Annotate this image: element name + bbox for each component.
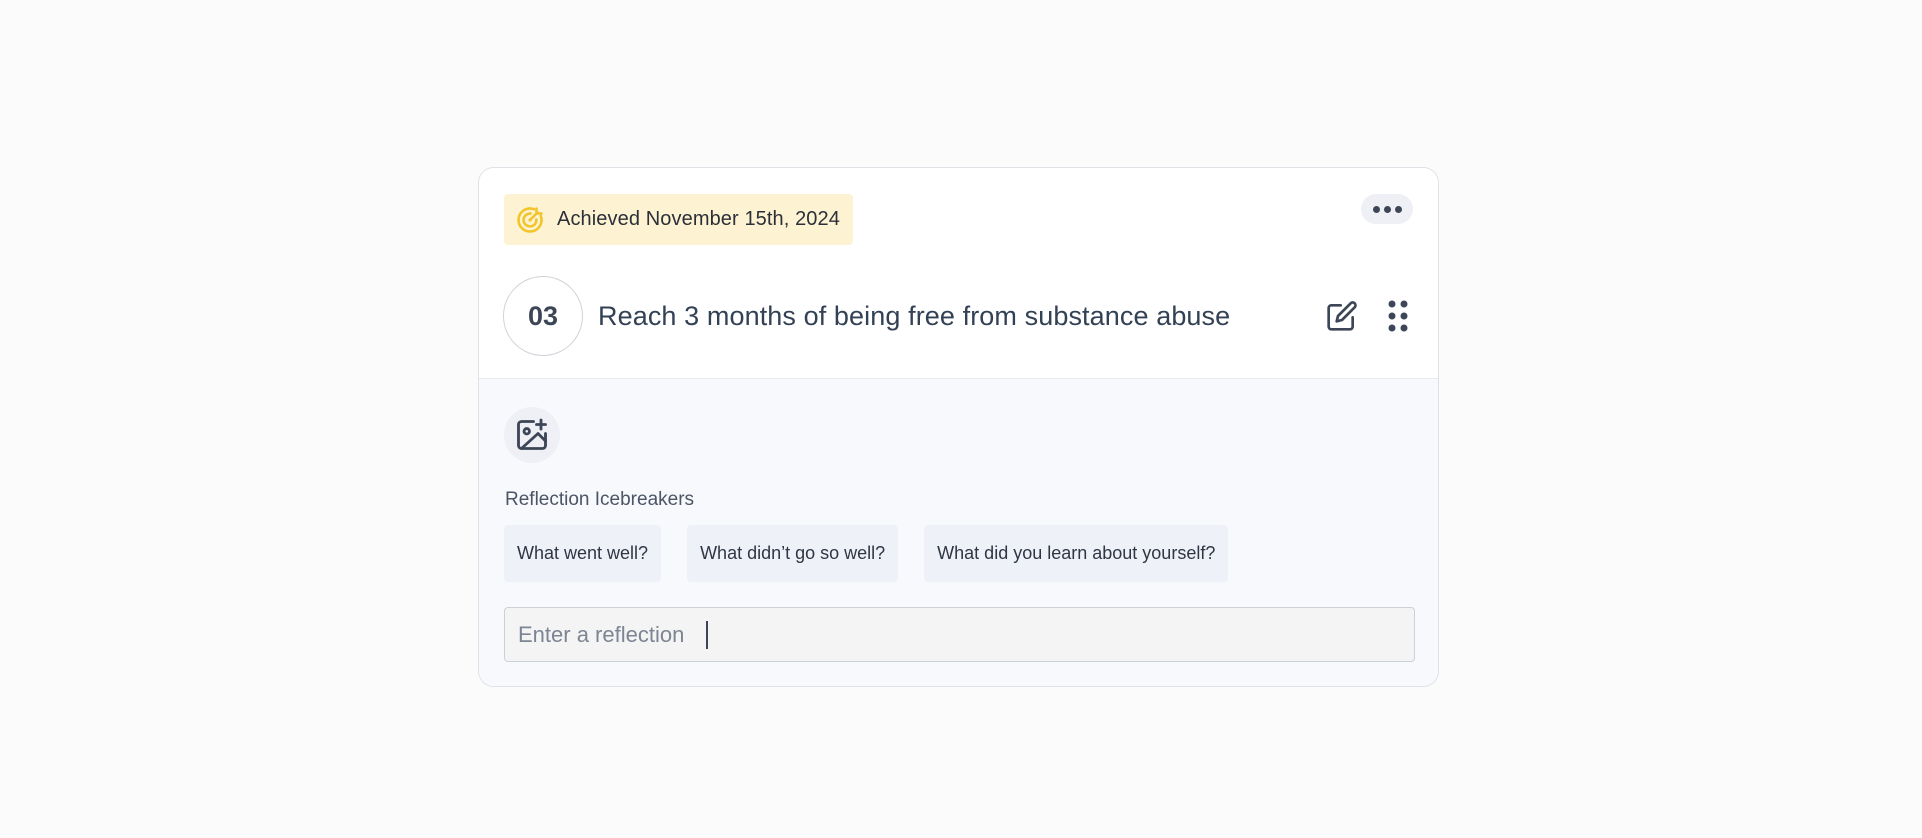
add-image-button[interactable]	[504, 407, 560, 463]
goal-title: Reach 3 months of being free from substa…	[598, 300, 1231, 331]
image-plus-icon	[514, 417, 550, 453]
icebreaker-chip[interactable]: What didn’t go so well?	[687, 525, 899, 582]
icebreakers-label: Reflection Icebreakers	[505, 489, 695, 510]
icebreaker-chips: What went well? What didn’t go so well? …	[504, 525, 1229, 582]
goal-row: 03 Reach 3 months of being free from sub…	[503, 276, 1414, 356]
reflection-section: Reflection Icebreakers What went well? W…	[479, 379, 1438, 686]
icebreaker-chip[interactable]: What did you learn about yourself?	[924, 525, 1229, 582]
edit-icon[interactable]	[1326, 300, 1358, 332]
target-icon	[515, 205, 545, 235]
goal-number-badge: 03	[503, 276, 583, 356]
icebreaker-chip[interactable]: What went well?	[504, 525, 662, 582]
drag-handle-icon[interactable]	[1382, 298, 1414, 334]
text-caret	[706, 621, 708, 649]
more-horizontal-icon	[1372, 205, 1380, 213]
goal-actions	[1326, 276, 1414, 356]
achieved-badge: Achieved November 15th, 2024	[504, 194, 853, 245]
reflection-input[interactable]	[504, 607, 1415, 662]
more-dot	[1383, 205, 1391, 213]
goal-card-header: Achieved November 15th, 2024 03 Reach 3 …	[479, 168, 1438, 379]
achieved-date-label: Achieved November 15th, 2024	[557, 208, 840, 230]
more-options-button[interactable]	[1361, 194, 1413, 224]
more-dot	[1394, 205, 1402, 213]
goal-card: Achieved November 15th, 2024 03 Reach 3 …	[478, 167, 1439, 687]
